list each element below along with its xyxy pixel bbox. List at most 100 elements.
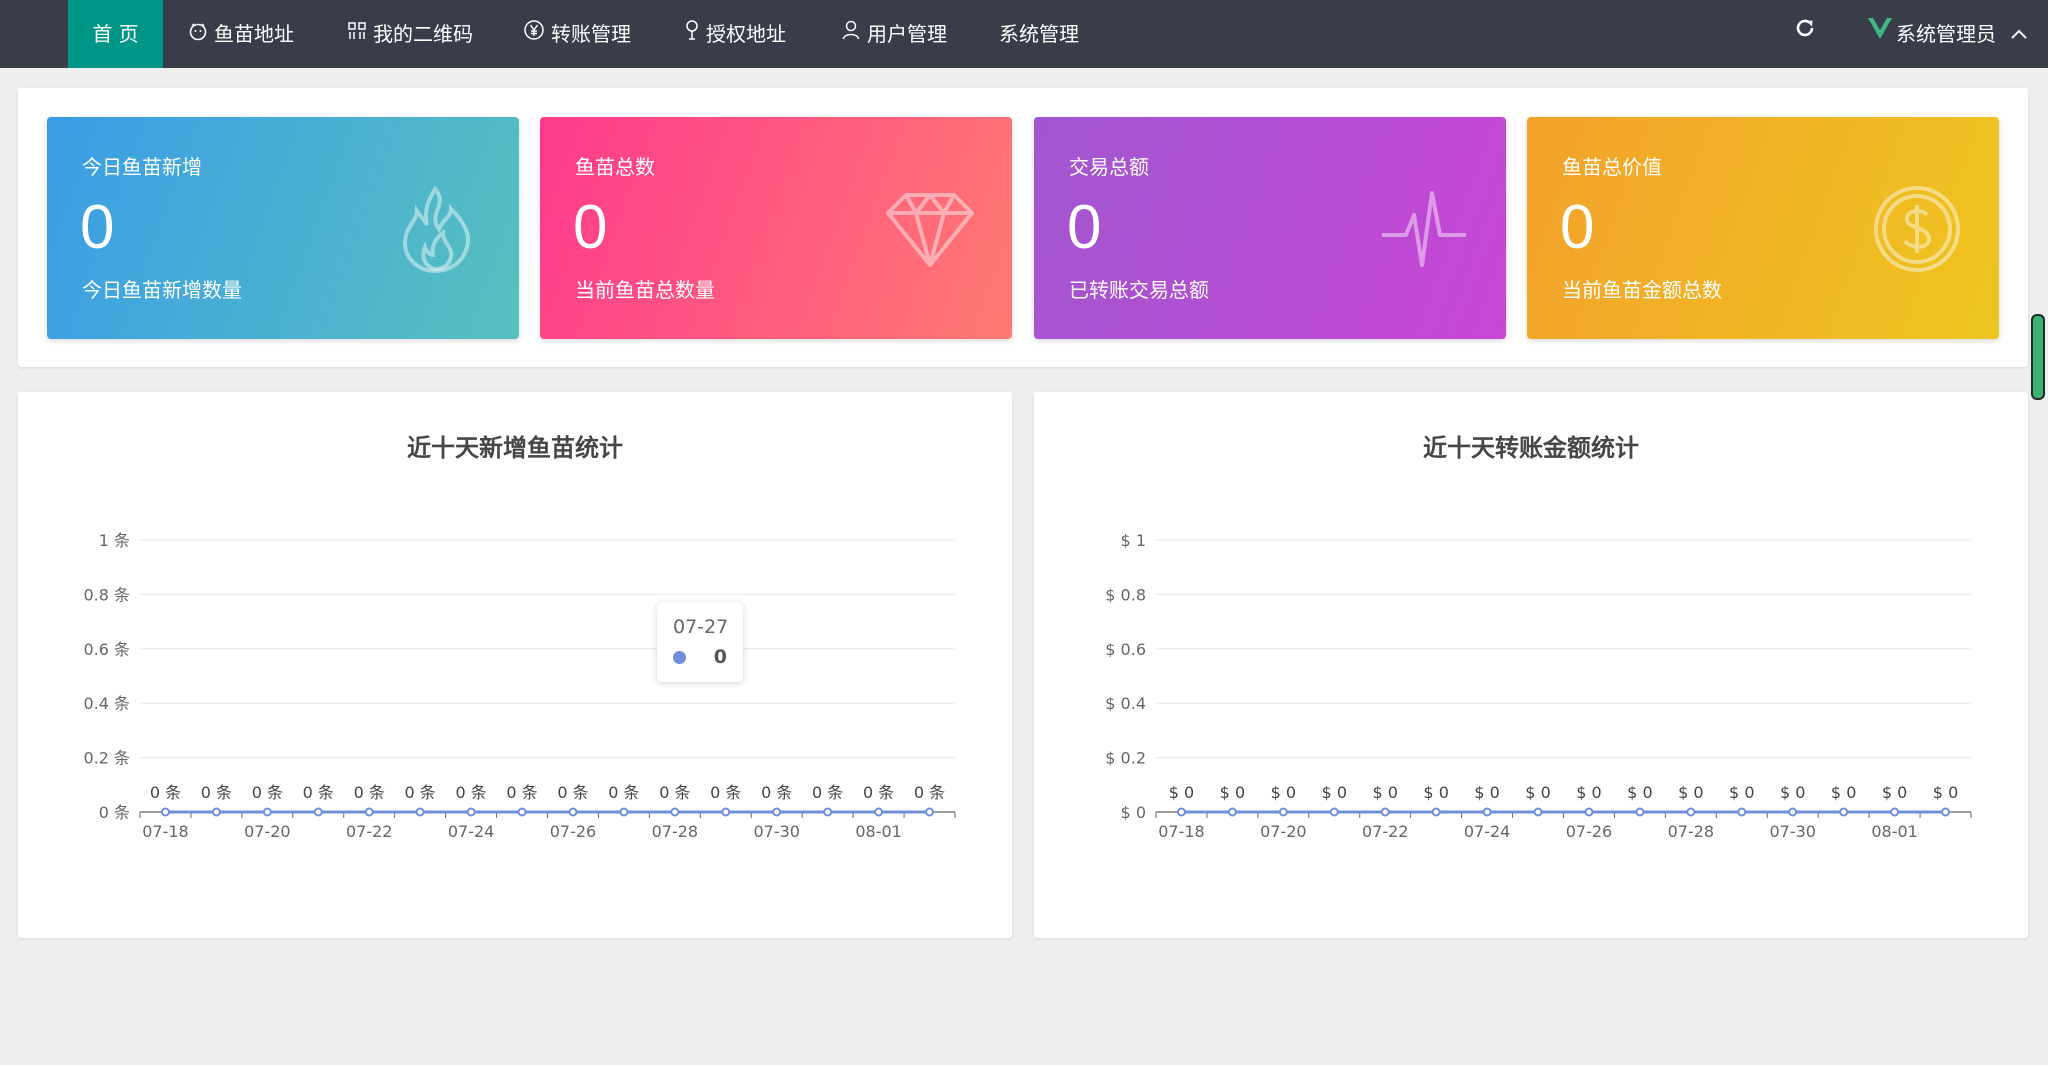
nav-home[interactable]: 首 页	[68, 0, 163, 68]
data-label: 0 条	[354, 783, 385, 802]
data-point	[466, 807, 476, 817]
data-label: 0 条	[506, 783, 537, 802]
tooltip-date: 07-27	[673, 616, 729, 638]
data-label: 0 条	[863, 783, 894, 802]
data-label: 0 条	[812, 783, 843, 802]
x-tick-label: 08-01	[1871, 822, 1918, 841]
card-title: 今日鱼苗新增	[82, 155, 202, 179]
nav-transfer-label: 转账管理	[551, 22, 631, 46]
card-subtitle: 今日鱼苗新增数量	[82, 278, 242, 302]
card-title: 交易总额	[1069, 155, 1149, 179]
data-point	[1482, 807, 1492, 817]
diamond-icon	[884, 183, 976, 275]
x-tick-label: 07-26	[1566, 822, 1613, 841]
data-point	[313, 807, 323, 817]
y-tick-label: 1 条	[99, 531, 130, 550]
data-point	[1533, 807, 1543, 817]
data-point	[1380, 807, 1390, 817]
tooltip-marker	[673, 651, 686, 664]
refresh-button[interactable]	[1793, 0, 1817, 68]
y-tick-label: 0.4 条	[83, 694, 130, 713]
nav-auth-address-label: 授权地址	[706, 22, 786, 46]
data-label: 0 条	[761, 783, 792, 802]
data-label: $ 0	[1525, 783, 1550, 802]
y-tick-label: 0.6 条	[83, 640, 130, 659]
x-tick-label: 07-20	[244, 822, 291, 841]
card-value: 0	[80, 193, 115, 262]
card-subtitle: 已转账交易总额	[1069, 278, 1209, 302]
x-tick-label: 07-20	[1260, 822, 1307, 841]
data-label: 0 条	[557, 783, 588, 802]
data-label: $ 0	[1322, 783, 1347, 802]
data-point	[721, 807, 731, 817]
card-subtitle: 当前鱼苗总数量	[575, 278, 715, 302]
nav-system-manage[interactable]: 系统管理	[999, 0, 1079, 68]
nav-auth-address[interactable]: 授权地址	[684, 0, 786, 68]
nav-qrcode[interactable]: 我的二维码	[347, 0, 473, 68]
stat-card-total-transactions: 交易总额 0 已转账交易总额	[1034, 117, 1506, 339]
user-menu[interactable]: 系统管理员	[1868, 0, 2028, 68]
nav-user-manage[interactable]: 用户管理	[841, 0, 947, 68]
fish-face-icon	[188, 0, 208, 68]
data-label: 0 条	[201, 783, 232, 802]
x-tick-label: 07-28	[652, 822, 699, 841]
nav-system-manage-label: 系统管理	[999, 22, 1079, 46]
data-label: $ 0	[1780, 783, 1805, 802]
card-title: 鱼苗总价值	[1562, 155, 1662, 179]
fire-icon	[391, 183, 483, 275]
nav-fish-address[interactable]: 鱼苗地址	[188, 0, 294, 68]
vue-logo-icon	[1868, 0, 1892, 67]
data-point	[211, 807, 221, 817]
x-tick-label: 07-28	[1668, 822, 1715, 841]
data-label: $ 0	[1882, 783, 1907, 802]
nav-home-label: 首 页	[92, 22, 139, 46]
y-tick-label: 0 条	[99, 803, 130, 822]
data-point	[517, 807, 527, 817]
data-point	[1686, 807, 1696, 817]
x-tick-label: 08-01	[855, 822, 902, 841]
y-tick-label: $ 0.2	[1105, 749, 1146, 768]
nav-transfer[interactable]: 转账管理	[523, 0, 631, 68]
data-label: 0 条	[303, 783, 334, 802]
pulse-icon	[1378, 183, 1470, 275]
data-point	[619, 807, 629, 817]
page-scrollbar-thumb[interactable]	[2031, 314, 2045, 400]
nav-fish-address-label: 鱼苗地址	[214, 22, 294, 46]
data-point	[1431, 807, 1441, 817]
data-point	[1788, 807, 1798, 817]
y-tick-label: $ 0.6	[1105, 640, 1146, 659]
yen-icon	[523, 0, 545, 68]
data-label: 0 条	[455, 783, 486, 802]
data-point	[1176, 807, 1186, 817]
x-tick-label: 07-22	[346, 822, 393, 841]
stat-card-today-new: 今日鱼苗新增 0 今日鱼苗新增数量	[47, 117, 519, 339]
card-title: 鱼苗总数	[575, 155, 655, 179]
y-tick-label: $ 0.8	[1105, 585, 1146, 604]
qrcode-icon	[347, 0, 367, 68]
data-label: 0 条	[710, 783, 741, 802]
x-tick-label: 07-22	[1362, 822, 1409, 841]
data-label: $ 0	[1372, 783, 1397, 802]
data-label: $ 0	[1271, 783, 1296, 802]
data-point	[1227, 807, 1237, 817]
transfer-amount-line-chart: $ 0 $ 0.2 $ 0.4 $ 0.6 $ 0.8 $ 1 07-18 07-20 07-2…	[1105, 531, 1972, 841]
top-nav-bar: 首 页 鱼苗地址 我的二维码 转账管理 授权地址 用户管理 系统管理 系统管理员	[0, 0, 2048, 68]
data-point	[1941, 807, 1951, 817]
data-point	[823, 807, 833, 817]
y-tick-label: $ 1	[1121, 531, 1146, 550]
x-tick-label: 07-30	[1769, 822, 1816, 841]
data-label: $ 0	[1729, 783, 1754, 802]
data-point	[415, 807, 425, 817]
data-point	[772, 807, 782, 817]
nav-qrcode-label: 我的二维码	[373, 22, 473, 46]
chart-tooltip: 07-27 0	[657, 602, 743, 682]
data-label: 0 条	[608, 783, 639, 802]
location-pin-icon	[684, 0, 700, 68]
data-label: $ 0	[1831, 783, 1856, 802]
data-label: 0 条	[150, 783, 181, 802]
x-tick-label: 07-18	[142, 822, 189, 841]
refresh-icon	[1793, 0, 1817, 67]
data-label: $ 0	[1576, 783, 1601, 802]
data-point	[568, 807, 578, 817]
stat-card-total-fish: 鱼苗总数 0 当前鱼苗总数量	[540, 117, 1012, 339]
